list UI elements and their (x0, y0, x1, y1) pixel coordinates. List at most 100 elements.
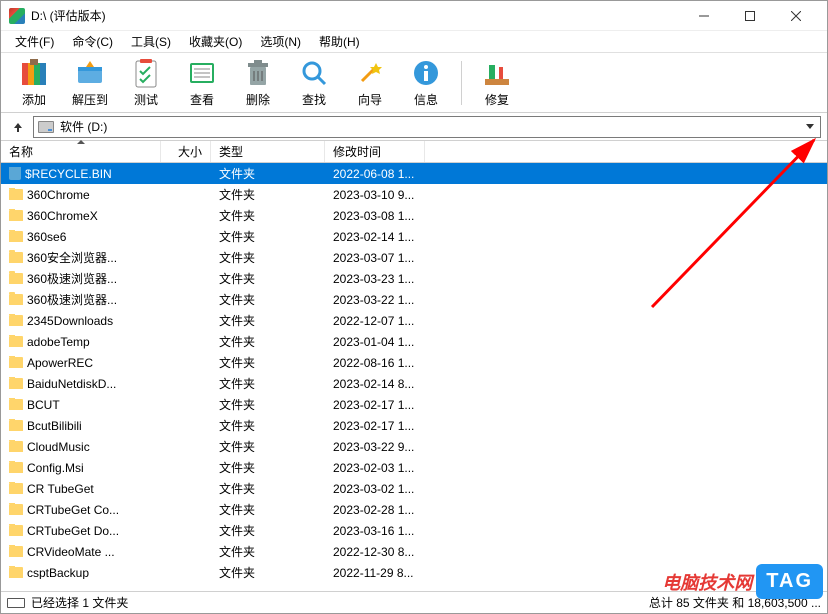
file-date: 2022-08-16 1... (325, 356, 425, 370)
menu-commands[interactable]: 命令(C) (64, 31, 121, 52)
path-dropdown-button[interactable] (801, 117, 819, 137)
menu-tools[interactable]: 工具(S) (123, 31, 179, 52)
file-name: 360Chrome (27, 188, 90, 202)
folder-icon (9, 231, 23, 242)
wizard-button[interactable]: 向导 (345, 55, 395, 111)
file-row[interactable]: BaiduNetdiskD...文件夹2023-02-14 8... (1, 373, 827, 394)
repair-icon (481, 57, 513, 89)
file-name-cell: 360Chrome (1, 188, 161, 202)
file-list[interactable]: $RECYCLE.BIN文件夹2022-06-08 1...360Chrome文… (1, 163, 827, 579)
file-row[interactable]: 360Chrome文件夹2023-03-10 9... (1, 184, 827, 205)
file-type: 文件夹 (211, 438, 325, 455)
column-date[interactable]: 修改时间 (325, 141, 425, 162)
file-type: 文件夹 (211, 291, 325, 308)
file-type: 文件夹 (211, 459, 325, 476)
tool-label: 信息 (414, 91, 438, 108)
file-type: 文件夹 (211, 354, 325, 371)
folder-icon (9, 210, 23, 221)
path-input[interactable]: 软件 (D:) (33, 116, 821, 138)
file-row[interactable]: BcutBilibili文件夹2023-02-17 1... (1, 415, 827, 436)
file-row[interactable]: 360极速浏览器...文件夹2023-03-23 1... (1, 268, 827, 289)
path-text: 软件 (D:) (60, 118, 107, 135)
file-date: 2023-02-14 8... (325, 377, 425, 391)
status-totals: 总计 85 文件夹 和 18,603,500 ... (649, 594, 821, 611)
tool-label: 向导 (358, 91, 382, 108)
file-row[interactable]: CRVideoMate ...文件夹2022-12-30 8... (1, 541, 827, 562)
delete-button[interactable]: 删除 (233, 55, 283, 111)
file-name-cell: adobeTemp (1, 335, 161, 349)
test-icon (130, 57, 162, 89)
file-row[interactable]: 360安全浏览器...文件夹2023-03-07 1... (1, 247, 827, 268)
column-name[interactable]: 名称 (1, 141, 161, 162)
file-row[interactable]: CRTubeGet Do...文件夹2023-03-16 1... (1, 520, 827, 541)
file-row[interactable]: ApowerREC文件夹2022-08-16 1... (1, 352, 827, 373)
extract-button[interactable]: 解压到 (65, 55, 115, 111)
file-name: 360安全浏览器... (27, 249, 117, 266)
file-name-cell: 360se6 (1, 230, 161, 244)
file-date: 2023-01-04 1... (325, 335, 425, 349)
status-drive-icon (7, 598, 25, 608)
file-row[interactable]: 360极速浏览器...文件夹2023-03-22 1... (1, 289, 827, 310)
file-type: 文件夹 (211, 501, 325, 518)
file-date: 2023-03-07 1... (325, 251, 425, 265)
folder-icon (9, 420, 23, 431)
minimize-button[interactable] (681, 2, 727, 30)
trash-icon (242, 57, 274, 89)
menu-file[interactable]: 文件(F) (7, 31, 62, 52)
status-selection: 已经选择 1 文件夹 (31, 594, 128, 611)
file-row[interactable]: CRTubeGet Co...文件夹2023-02-28 1... (1, 499, 827, 520)
repair-button[interactable]: 修复 (472, 55, 522, 111)
chevron-down-icon (806, 124, 814, 129)
file-row[interactable]: 2345Downloads文件夹2022-12-07 1... (1, 310, 827, 331)
window-title: D:\ (评估版本) (31, 7, 681, 24)
test-button[interactable]: 测试 (121, 55, 171, 111)
file-name: $RECYCLE.BIN (25, 167, 112, 181)
folder-icon (9, 378, 23, 389)
add-button[interactable]: 添加 (9, 55, 59, 111)
column-type[interactable]: 类型 (211, 141, 325, 162)
find-button[interactable]: 查找 (289, 55, 339, 111)
menu-help[interactable]: 帮助(H) (311, 31, 368, 52)
folder-icon (9, 525, 23, 536)
file-date: 2023-03-23 1... (325, 272, 425, 286)
file-row[interactable]: $RECYCLE.BIN文件夹2022-06-08 1... (1, 163, 827, 184)
folder-icon (9, 483, 23, 494)
menu-favorites[interactable]: 收藏夹(O) (181, 31, 250, 52)
tool-label: 添加 (22, 91, 46, 108)
file-type: 文件夹 (211, 312, 325, 329)
folder-icon (9, 546, 23, 557)
file-name-cell: 360ChromeX (1, 209, 161, 223)
menu-options[interactable]: 选项(N) (252, 31, 309, 52)
file-type: 文件夹 (211, 228, 325, 245)
file-date: 2023-02-03 1... (325, 461, 425, 475)
column-size[interactable]: 大小 (161, 141, 211, 162)
tool-label: 测试 (134, 91, 158, 108)
file-row[interactable]: 360se6文件夹2023-02-14 1... (1, 226, 827, 247)
file-type: 文件夹 (211, 543, 325, 560)
file-date: 2023-02-17 1... (325, 398, 425, 412)
file-name-cell: Config.Msi (1, 461, 161, 475)
view-button[interactable]: 查看 (177, 55, 227, 111)
file-date: 2022-12-30 8... (325, 545, 425, 559)
file-date: 2022-06-08 1... (325, 167, 425, 181)
file-row[interactable]: CR TubeGet文件夹2023-03-02 1... (1, 478, 827, 499)
file-row[interactable]: adobeTemp文件夹2023-01-04 1... (1, 331, 827, 352)
file-row[interactable]: CloudMusic文件夹2023-03-22 9... (1, 436, 827, 457)
file-name: 360se6 (27, 230, 66, 244)
maximize-button[interactable] (727, 2, 773, 30)
info-button[interactable]: 信息 (401, 55, 451, 111)
app-icon (9, 8, 25, 24)
file-type: 文件夹 (211, 417, 325, 434)
file-name-cell: $RECYCLE.BIN (1, 167, 161, 181)
column-headers: 名称 大小 类型 修改时间 (1, 141, 827, 163)
file-row[interactable]: Config.Msi 文件夹2023-02-03 1... (1, 457, 827, 478)
recycle-bin-icon (9, 167, 21, 180)
close-button[interactable] (773, 2, 819, 30)
file-row[interactable]: 360ChromeX文件夹2023-03-08 1... (1, 205, 827, 226)
file-date: 2022-11-29 8... (325, 566, 425, 580)
file-name-cell: BaiduNetdiskD... (1, 377, 161, 391)
file-row[interactable]: BCUT文件夹2023-02-17 1... (1, 394, 827, 415)
file-row[interactable]: csptBackup文件夹2022-11-29 8... (1, 562, 827, 579)
up-button[interactable] (7, 116, 29, 138)
file-date: 2023-03-02 1... (325, 482, 425, 496)
